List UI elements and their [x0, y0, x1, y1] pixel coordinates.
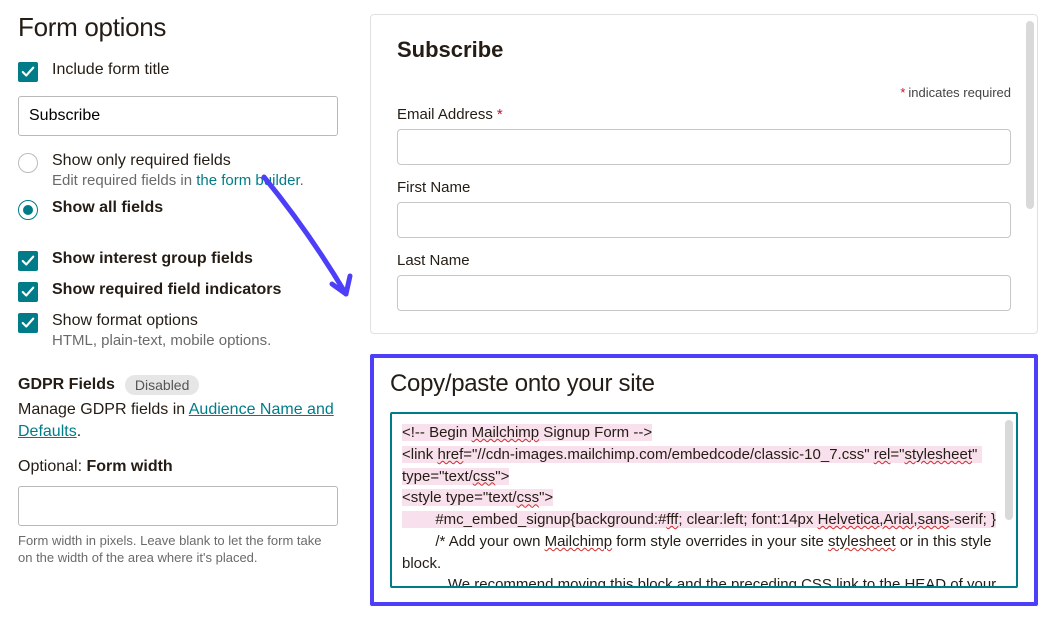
required-note: *indicates required	[397, 85, 1011, 100]
scrollbar[interactable]	[1005, 420, 1013, 520]
form-builder-link[interactable]: the form builder	[196, 172, 299, 189]
interest-groups-checkbox[interactable]	[18, 251, 38, 271]
show-all-label: Show all fields	[52, 199, 163, 217]
format-options-row: Show format options HTML, plain-text, mo…	[18, 312, 338, 349]
form-width-hint: Form width in pixels. Leave blank to let…	[18, 532, 338, 567]
first-name-label: First Name	[397, 179, 1011, 196]
form-width-input[interactable]	[18, 486, 338, 526]
first-name-input[interactable]	[397, 202, 1011, 238]
form-title-input[interactable]	[18, 96, 338, 136]
interest-groups-row: Show interest group fields	[18, 250, 338, 271]
include-title-label: Include form title	[52, 61, 169, 79]
code-heading: Copy/paste onto your site	[390, 370, 1018, 398]
show-required-radio[interactable]	[18, 153, 38, 173]
first-name-field: First Name	[397, 179, 1011, 238]
show-all-radio-row: Show all fields	[18, 199, 338, 220]
show-required-label: Show only required fields	[52, 152, 304, 170]
show-required-sub: Edit required fields in the form builder…	[52, 172, 304, 189]
format-options-sub: HTML, plain-text, mobile options.	[52, 332, 271, 349]
form-width-label-row: Optional: Form width	[18, 458, 338, 476]
gdpr-row: GDPR Fields Disabled	[18, 375, 338, 395]
include-title-checkbox[interactable]	[18, 62, 38, 82]
required-indicators-row: Show required field indicators	[18, 281, 338, 302]
page-title: Form options	[18, 12, 338, 43]
required-indicators-checkbox[interactable]	[18, 282, 38, 302]
last-name-label: Last Name	[397, 252, 1011, 269]
last-name-field: Last Name	[397, 252, 1011, 311]
embed-code-textarea[interactable]: <!-- Begin Mailchimp Signup Form --> <li…	[390, 412, 1018, 588]
check-icon	[21, 254, 35, 268]
include-title-row: Include form title	[18, 61, 338, 82]
gdpr-text: Manage GDPR fields in Audience Name and …	[18, 399, 338, 444]
check-icon	[21, 316, 35, 330]
preview-heading: Subscribe	[397, 37, 1011, 63]
code-section: Copy/paste onto your site <!-- Begin Mai…	[370, 354, 1038, 606]
email-field: Email Address*	[397, 106, 1011, 165]
form-options-panel: Form options Include form title Show onl…	[0, 0, 356, 625]
asterisk-icon: *	[497, 106, 503, 123]
preview-panel: Subscribe *indicates required Email Addr…	[356, 0, 1052, 625]
show-all-radio[interactable]	[18, 200, 38, 220]
show-required-radio-row: Show only required fields Edit required …	[18, 152, 338, 189]
interest-groups-label: Show interest group fields	[52, 250, 253, 268]
format-options-checkbox[interactable]	[18, 313, 38, 333]
scrollbar[interactable]	[1026, 21, 1034, 209]
email-label: Email Address*	[397, 106, 1011, 123]
last-name-input[interactable]	[397, 275, 1011, 311]
form-preview: Subscribe *indicates required Email Addr…	[370, 14, 1038, 334]
check-icon	[21, 65, 35, 79]
gdpr-badge: Disabled	[125, 375, 199, 395]
gdpr-title: GDPR Fields	[18, 376, 115, 394]
format-options-label: Show format options	[52, 312, 271, 330]
email-input[interactable]	[397, 129, 1011, 165]
check-icon	[21, 285, 35, 299]
asterisk-icon: *	[900, 85, 905, 100]
required-indicators-label: Show required field indicators	[52, 281, 281, 299]
